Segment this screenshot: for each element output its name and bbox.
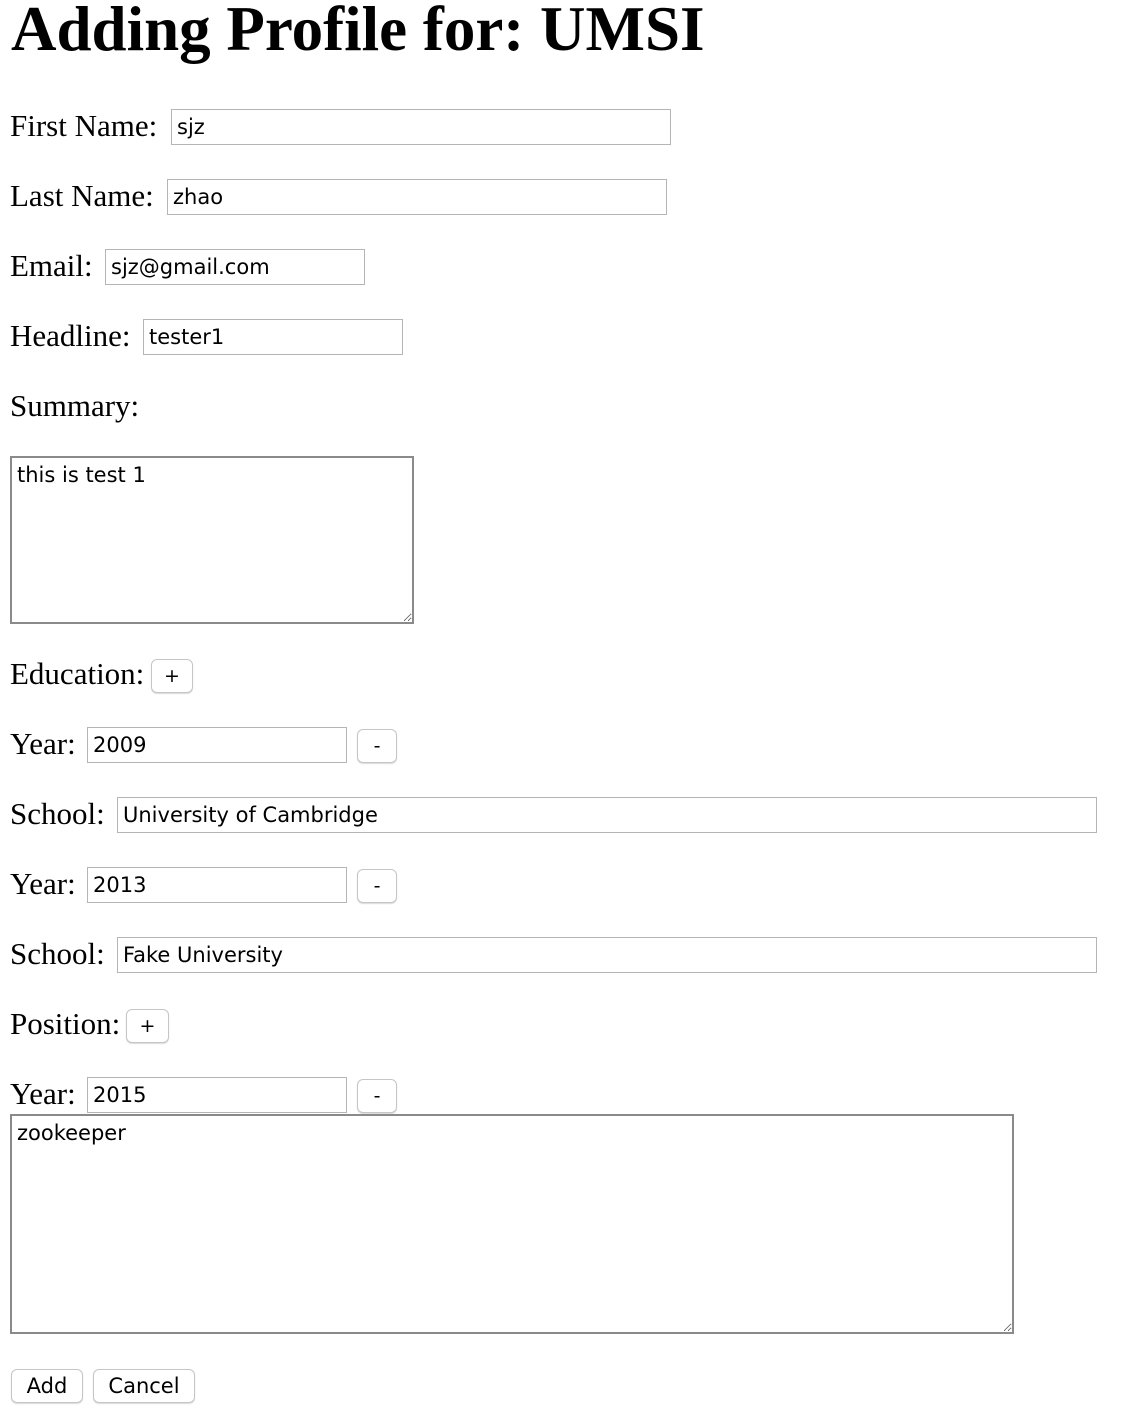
- position-year-label: Year:: [10, 1076, 76, 1111]
- remove-education-button[interactable]: -: [357, 869, 397, 903]
- summary-textarea[interactable]: this is test 1: [10, 456, 414, 624]
- education-school-field[interactable]: [117, 797, 1097, 833]
- headline-label: Headline:: [10, 318, 131, 353]
- last-name-label: Last Name:: [10, 178, 154, 213]
- summary-label: Summary:: [10, 388, 140, 423]
- first-name-field[interactable]: [171, 109, 671, 145]
- position-year-field[interactable]: [87, 1077, 347, 1113]
- education-year-field[interactable]: [87, 727, 347, 763]
- position-label: Position:: [10, 1006, 121, 1041]
- add-button[interactable]: Add: [11, 1369, 83, 1403]
- headline-field[interactable]: [143, 319, 403, 355]
- education-label: Education:: [10, 656, 145, 691]
- cancel-button[interactable]: Cancel: [93, 1369, 195, 1403]
- remove-education-button[interactable]: -: [357, 729, 397, 763]
- education-school-field[interactable]: [117, 937, 1097, 973]
- education-year-field[interactable]: [87, 867, 347, 903]
- add-position-button[interactable]: +: [126, 1009, 169, 1043]
- last-name-field[interactable]: [167, 179, 667, 215]
- email-field[interactable]: [105, 249, 365, 285]
- education-year-label: Year:: [10, 866, 76, 901]
- education-school-label: School:: [10, 796, 105, 831]
- position-description-textarea[interactable]: zookeeper: [10, 1114, 1014, 1334]
- remove-position-button[interactable]: -: [357, 1079, 397, 1113]
- education-year-label: Year:: [10, 726, 76, 761]
- email-label: Email:: [10, 248, 93, 283]
- first-name-label: First Name:: [10, 108, 158, 143]
- education-school-label: School:: [10, 936, 105, 971]
- add-education-button[interactable]: +: [151, 659, 193, 693]
- page-title: Adding Profile for: UMSI: [11, 0, 705, 64]
